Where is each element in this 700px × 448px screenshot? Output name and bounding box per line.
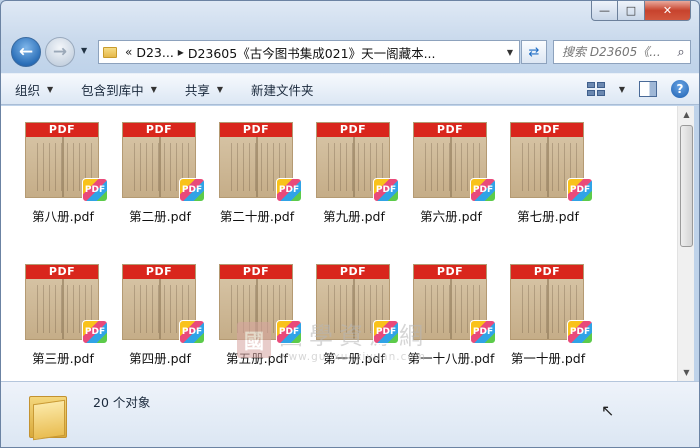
back-arrow-icon: ← [18,42,34,62]
file-item[interactable]: PDF PDF 第七册.pdf [502,112,594,234]
refresh-icon: ⇄ [528,44,540,60]
file-item[interactable]: PDF PDF 第六册.pdf [405,112,497,234]
file-name[interactable]: 第一十册.pdf [496,348,600,367]
forward-button[interactable]: → [45,37,75,67]
forward-arrow-icon: → [52,42,68,62]
file-item[interactable]: PDF PDF 第八册.pdf [17,112,109,234]
share-menu[interactable]: 共享 ▼ [171,80,237,99]
file-name[interactable]: 第九册.pdf [302,206,406,225]
view-options-dropdown[interactable]: ▼ [619,85,625,94]
pdf-app-icon: PDF [470,320,496,344]
item-count: 20 个对象 [93,395,151,410]
window-controls: — □ ✕ [591,1,691,21]
folder-icon [103,46,117,58]
file-item[interactable]: PDF PDF 第九册.pdf [308,112,400,234]
minimize-button[interactable]: — [591,1,618,21]
details-pane: 20 个对象 [1,381,699,447]
folder-icon [29,392,67,441]
back-button[interactable]: ← [11,37,41,67]
file-name[interactable]: 第五册.pdf [205,348,309,367]
file-name[interactable]: 第八册.pdf [11,206,115,225]
address-bar[interactable]: « D23... ▸ D23605《古今图书集成021》天一阁藏本... ▼ [98,40,520,64]
scroll-down-button[interactable]: ▼ [678,364,695,381]
chevron-down-icon: ▼ [47,84,54,94]
file-item[interactable]: PDF PDF 第三册.pdf [17,254,109,376]
chevron-down-icon: ▼ [150,84,157,94]
maximize-button[interactable]: □ [618,1,645,21]
breadcrumb-segment-parent[interactable]: D23... [136,45,173,60]
file-item[interactable]: PDF PDF 第一十八册.pdf [405,254,497,376]
file-item[interactable]: PDF PDF 第一十册.pdf [502,254,594,376]
explorer-window: — □ ✕ ← → ▼ « D23... ▸ D23605《古今图书集成021》… [0,0,700,448]
file-item[interactable]: PDF PDF 第一册.pdf [308,254,400,376]
file-name[interactable]: 第三册.pdf [11,348,115,367]
search-input[interactable] [562,45,672,59]
refresh-button[interactable]: ⇄ [521,40,547,64]
navigation-bar: ← → ▼ « D23... ▸ D23605《古今图书集成021》天一阁藏本.… [1,35,699,69]
chevron-down-icon: ▼ [216,84,224,94]
file-name[interactable]: 第二册.pdf [108,206,212,225]
new-folder-button[interactable]: 新建文件夹 [237,80,328,99]
search-icon[interactable]: ⌕ [672,45,690,60]
pdf-app-icon: PDF [179,320,205,344]
file-name[interactable]: 第一十八册.pdf [399,348,503,367]
recent-pages-dropdown[interactable]: ▼ [81,46,87,55]
pdf-app-icon: PDF [276,320,302,344]
address-dropdown[interactable]: ▼ [501,48,519,57]
file-item[interactable]: PDF PDF 第四册.pdf [114,254,206,376]
pdf-app-icon: PDF [567,320,593,344]
file-name[interactable]: 第一册.pdf [302,348,406,367]
breadcrumb-separator-icon[interactable]: ▸ [178,45,184,59]
pdf-app-icon: PDF [82,178,108,202]
pdf-app-icon: PDF [567,178,593,202]
file-item[interactable]: PDF PDF 第二十册.pdf [211,112,303,234]
include-in-library-menu[interactable]: 包含到库中 ▼ [67,80,171,99]
file-list: PDF PDF 第八册.pdf PDF PDF 第二册.pdf PDF PDF … [1,106,677,381]
file-name[interactable]: 第二十册.pdf [205,206,309,225]
help-icon[interactable]: ? [671,80,689,98]
close-button[interactable]: ✕ [645,1,691,21]
overflow-chevron[interactable]: « [125,45,132,59]
preview-pane-icon[interactable] [639,81,657,97]
pdf-app-icon: PDF [82,320,108,344]
file-item[interactable]: PDF PDF 第二册.pdf [114,112,206,234]
organize-menu[interactable]: 组织 ▼ [1,80,67,99]
file-name[interactable]: 第七册.pdf [496,206,600,225]
pdf-app-icon: PDF [179,178,205,202]
pdf-app-icon: PDF [276,178,302,202]
change-view-icon[interactable] [585,80,605,98]
breadcrumb-segment-current[interactable]: D23605《古今图书集成021》天一阁藏本... [188,43,436,62]
pdf-app-icon: PDF [470,178,496,202]
mouse-cursor-icon: ↖ [601,401,615,420]
file-item[interactable]: PDF PDF 第五册.pdf [211,254,303,376]
pdf-app-icon: PDF [373,178,399,202]
search-box[interactable]: ⌕ [553,40,691,64]
vertical-scrollbar[interactable]: ▲ ▼ [677,106,694,381]
scroll-up-button[interactable]: ▲ [678,106,695,123]
command-bar: 组织 ▼ 包含到库中 ▼ 共享 ▼ 新建文件夹 ▼ ? [1,73,699,105]
file-name[interactable]: 第四册.pdf [108,348,212,367]
pdf-app-icon: PDF [373,320,399,344]
file-name[interactable]: 第六册.pdf [399,206,503,225]
scrollbar-thumb[interactable] [680,125,693,247]
